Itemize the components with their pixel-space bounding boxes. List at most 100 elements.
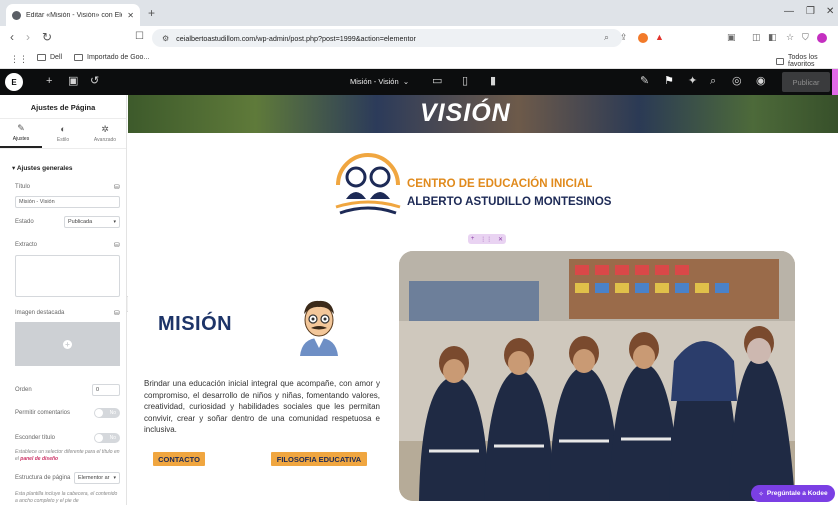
preview-eye-icon[interactable]: ◉ bbox=[756, 75, 766, 87]
reload-icon[interactable]: ↻ bbox=[42, 31, 52, 43]
bookmark-label: Todos los favoritos bbox=[788, 54, 818, 68]
structure-icon[interactable]: ▣ bbox=[68, 75, 78, 87]
tab-avanzado[interactable]: ✲ Avanzado bbox=[84, 119, 126, 148]
tab-ajustes[interactable]: ✎ Ajustes bbox=[0, 119, 42, 148]
brave-rewards-icon[interactable]: ▲ bbox=[655, 33, 664, 42]
structure-value: Elementor ar bbox=[78, 475, 110, 481]
document-title[interactable]: Misión - Visión ⌄ bbox=[350, 77, 409, 86]
school-name-line2: ALBERTO ASTUDILLO MONTESINOS bbox=[407, 196, 612, 208]
browser-tab-bar: Editar «Misión - Visión» con Elem ✕ + — … bbox=[0, 0, 838, 26]
dynamic-tags-icon[interactable]: ⛁ bbox=[114, 183, 120, 191]
hide-title-label: Esconder título bbox=[15, 435, 56, 441]
order-label: Orden bbox=[15, 387, 32, 393]
new-tab-button[interactable]: + bbox=[148, 6, 155, 20]
excerpt-textarea[interactable] bbox=[15, 255, 120, 297]
comments-toggle[interactable]: No bbox=[94, 408, 120, 418]
zoom-icon[interactable]: ⌕ bbox=[604, 33, 609, 42]
restore-icon[interactable]: ❐ bbox=[806, 6, 815, 17]
panel-tabs: ✎ Ajustes ◐ Estilo ✲ Avanzado bbox=[0, 119, 126, 149]
history-icon[interactable]: ↺ bbox=[90, 75, 99, 87]
section-title: Ajustes generales bbox=[16, 165, 73, 172]
tab-label: Avanzado bbox=[93, 136, 117, 143]
bookmark-star-icon[interactable]: ☐ bbox=[135, 31, 144, 43]
bookmark-dell[interactable]: Dell bbox=[37, 54, 62, 61]
drag-handle-icon[interactable]: ⋮⋮ bbox=[480, 236, 492, 243]
teacher-illustration bbox=[292, 298, 346, 356]
hero-image-strip: VISIÓN bbox=[128, 95, 838, 133]
chevron-down-icon: ⌄ bbox=[400, 77, 410, 86]
structure-select[interactable]: Elementor ar ▾ bbox=[74, 472, 120, 484]
contacto-button[interactable]: CONTACTO bbox=[153, 452, 205, 466]
profile-avatar[interactable] bbox=[817, 33, 827, 43]
featured-image-placeholder[interactable]: + bbox=[15, 322, 120, 366]
tab-estilo[interactable]: ◐ Estilo bbox=[42, 119, 84, 148]
toggle-knob bbox=[95, 434, 103, 442]
sparkle-icon: ✧ bbox=[758, 490, 764, 498]
dynamic-tags-icon[interactable]: ⛁ bbox=[114, 241, 120, 249]
design-panel-link[interactable]: panel de diseño bbox=[20, 456, 58, 462]
extensions-icon[interactable]: ▣ bbox=[727, 33, 736, 42]
edit-pencil-icon[interactable]: ✎ bbox=[640, 75, 649, 87]
desktop-view-icon[interactable]: ▭ bbox=[432, 75, 442, 87]
status-select[interactable]: Publicada ▾ bbox=[64, 216, 120, 228]
apps-grid-icon[interactable]: ⋮⋮ bbox=[10, 53, 28, 65]
bookmarks-bar: ⋮⋮ Dell Importado de Goo... Todos los fa… bbox=[0, 50, 838, 69]
add-element-icon[interactable]: + bbox=[46, 75, 52, 87]
mobile-view-icon[interactable]: ▮ bbox=[490, 75, 496, 87]
forward-icon[interactable]: › bbox=[26, 31, 30, 43]
site-settings-icon[interactable]: ⚑ bbox=[664, 75, 674, 87]
teacher-graphic bbox=[300, 300, 338, 356]
delete-section-icon[interactable]: ✕ bbox=[498, 236, 503, 243]
bookmark-all[interactable]: Todos los favoritos bbox=[776, 54, 838, 68]
close-window-icon[interactable]: ✕ bbox=[826, 6, 834, 17]
elementor-top-bar: E + ▣ ↺ Misión - Visión ⌄ ▭ ▯ ▮ ✎ ⚑ ✦ ⌕ … bbox=[0, 69, 838, 95]
notes-icon[interactable]: ✦ bbox=[688, 75, 697, 87]
featured-image-label: Imagen destacada bbox=[15, 310, 65, 316]
order-input[interactable]: 0 bbox=[92, 384, 120, 396]
page-settings-panel: Ajustes de Página ✎ Ajustes ◐ Estilo ✲ A… bbox=[0, 95, 127, 505]
finder-search-icon[interactable]: ⌕ bbox=[710, 75, 716, 87]
wrench-icon: ✎ bbox=[17, 122, 25, 133]
kodee-label: Pregúntale a Kodee bbox=[766, 490, 828, 497]
mision-paragraph: Brindar una educación inicial integral q… bbox=[144, 379, 380, 434]
help-icon[interactable]: ◎ bbox=[732, 75, 742, 87]
filosofia-button[interactable]: FILOSOFIA EDUCATIVA bbox=[271, 452, 367, 466]
vpn-shield-icon[interactable]: ⛉ bbox=[802, 33, 809, 42]
tablet-view-icon[interactable]: ▯ bbox=[462, 75, 468, 87]
tab-label: Estilo bbox=[56, 136, 70, 143]
add-section-icon[interactable]: + bbox=[471, 236, 475, 242]
section-toggle[interactable]: ▾ Ajustes generales bbox=[12, 164, 72, 172]
dynamic-tags-icon[interactable]: ⛁ bbox=[114, 309, 120, 317]
minimize-icon[interactable]: — bbox=[784, 6, 794, 17]
mision-heading: MISIÓN bbox=[158, 313, 233, 335]
kodee-chat-button[interactable]: ✧ Pregúntale a Kodee bbox=[751, 485, 835, 502]
panel-title: Ajustes de Página bbox=[0, 95, 126, 119]
hide-title-help: Establece un selector diferente para el … bbox=[15, 449, 120, 463]
section-handle[interactable]: + ⋮⋮ ✕ bbox=[468, 234, 506, 244]
elementor-logo-icon[interactable]: E bbox=[5, 73, 23, 91]
browser-tab[interactable]: Editar «Misión - Visión» con Elem ✕ bbox=[6, 4, 140, 26]
tab-search-icon[interactable]: ◧ bbox=[768, 33, 777, 42]
address-bar-row: ‹ › ↻ ☐ ⚙ ceialbertoastudillom.com/wp-ad… bbox=[0, 26, 838, 50]
title-input[interactable]: Misión - Visión bbox=[15, 196, 120, 208]
address-bar[interactable]: ⚙ ceialbertoastudillom.com/wp-admin/post… bbox=[152, 29, 622, 47]
title-label: Título bbox=[15, 184, 31, 190]
site-info-icon[interactable]: ⚙ bbox=[162, 34, 169, 43]
hero-heading: VISIÓN bbox=[420, 99, 511, 127]
add-image-icon: + bbox=[63, 339, 72, 349]
bookmark-imported[interactable]: Importado de Goo... bbox=[74, 54, 149, 61]
share-icon[interactable]: ⇪ bbox=[620, 33, 628, 42]
hide-title-toggle[interactable]: No bbox=[94, 433, 120, 443]
sidebar-icon[interactable]: ◫ bbox=[752, 33, 761, 42]
reading-list-icon[interactable]: ☆ bbox=[786, 33, 794, 42]
folder-icon bbox=[776, 57, 785, 65]
brave-shield-icon[interactable] bbox=[638, 33, 648, 43]
gear-icon: ✲ bbox=[101, 123, 109, 134]
status-value: Publicada bbox=[68, 219, 93, 225]
top-bar-edge bbox=[832, 69, 838, 95]
classroom-photo bbox=[399, 251, 795, 501]
chevron-down-icon: ▾ bbox=[113, 219, 116, 225]
back-icon[interactable]: ‹ bbox=[10, 31, 14, 43]
publish-button[interactable]: Publicar bbox=[782, 72, 830, 92]
tab-close-icon[interactable]: ✕ bbox=[127, 11, 134, 20]
